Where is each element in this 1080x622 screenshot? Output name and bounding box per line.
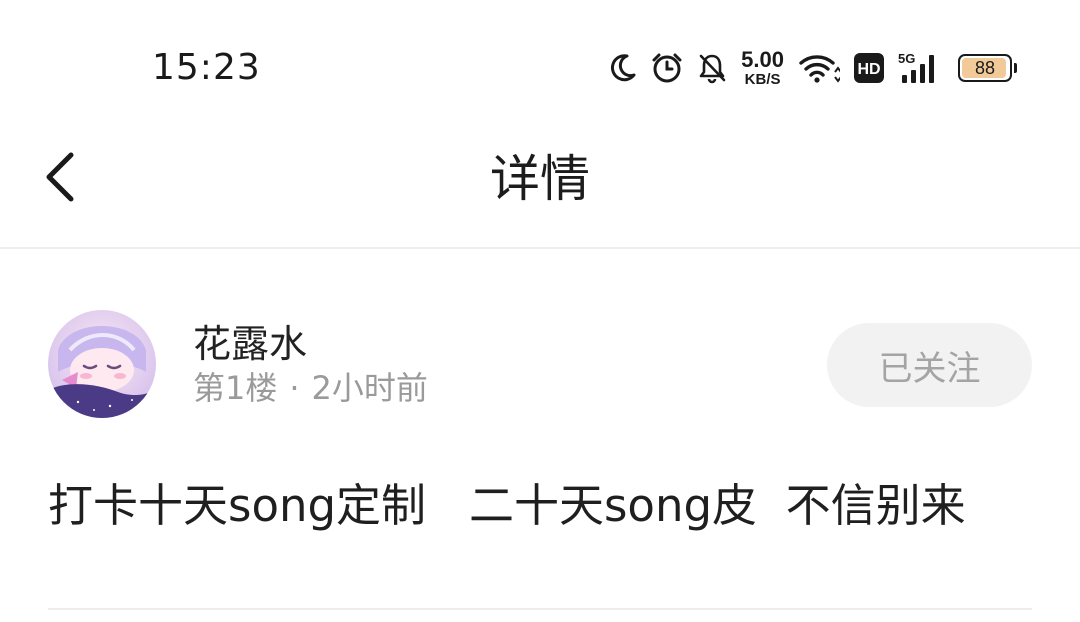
post-meta: 第1楼 · 2小时前 bbox=[193, 368, 428, 408]
nav-header: 详情 bbox=[0, 135, 1080, 249]
status-bar: 15:23 5.00 KB/S HD 5G 88 bbox=[0, 0, 1080, 135]
floor-label: 第1楼 bbox=[193, 369, 278, 407]
alarm-icon bbox=[651, 52, 683, 84]
post-time: 2小时前 bbox=[311, 369, 428, 407]
hd-label: HD bbox=[857, 61, 880, 78]
network-label: 5G bbox=[898, 51, 915, 66]
battery-level: 88 bbox=[974, 58, 996, 78]
page-title: 详情 bbox=[490, 150, 590, 208]
wifi-icon bbox=[798, 52, 840, 84]
status-time: 15:23 bbox=[152, 47, 261, 88]
status-icons: 5.00 KB/S HD 5G 88 bbox=[609, 47, 1017, 88]
author-name[interactable]: 花露水 bbox=[193, 322, 307, 366]
post-content: 打卡十天song定制 二十天song皮 不信别来 bbox=[48, 479, 966, 532]
net-speed-unit: KB/S bbox=[744, 71, 781, 88]
battery-icon: 88 bbox=[958, 54, 1017, 82]
avatar[interactable] bbox=[48, 310, 156, 418]
hd-icon: HD bbox=[854, 53, 884, 83]
follow-button[interactable]: 已关注 bbox=[827, 323, 1032, 407]
signal-icon: 5G bbox=[898, 51, 944, 85]
meta-separator: · bbox=[289, 369, 300, 407]
moon-icon bbox=[609, 53, 637, 83]
net-speed-value: 5.00 bbox=[741, 47, 784, 72]
net-speed: 5.00 KB/S bbox=[741, 47, 784, 88]
bell-muted-icon bbox=[697, 52, 727, 84]
divider bbox=[48, 608, 1032, 610]
